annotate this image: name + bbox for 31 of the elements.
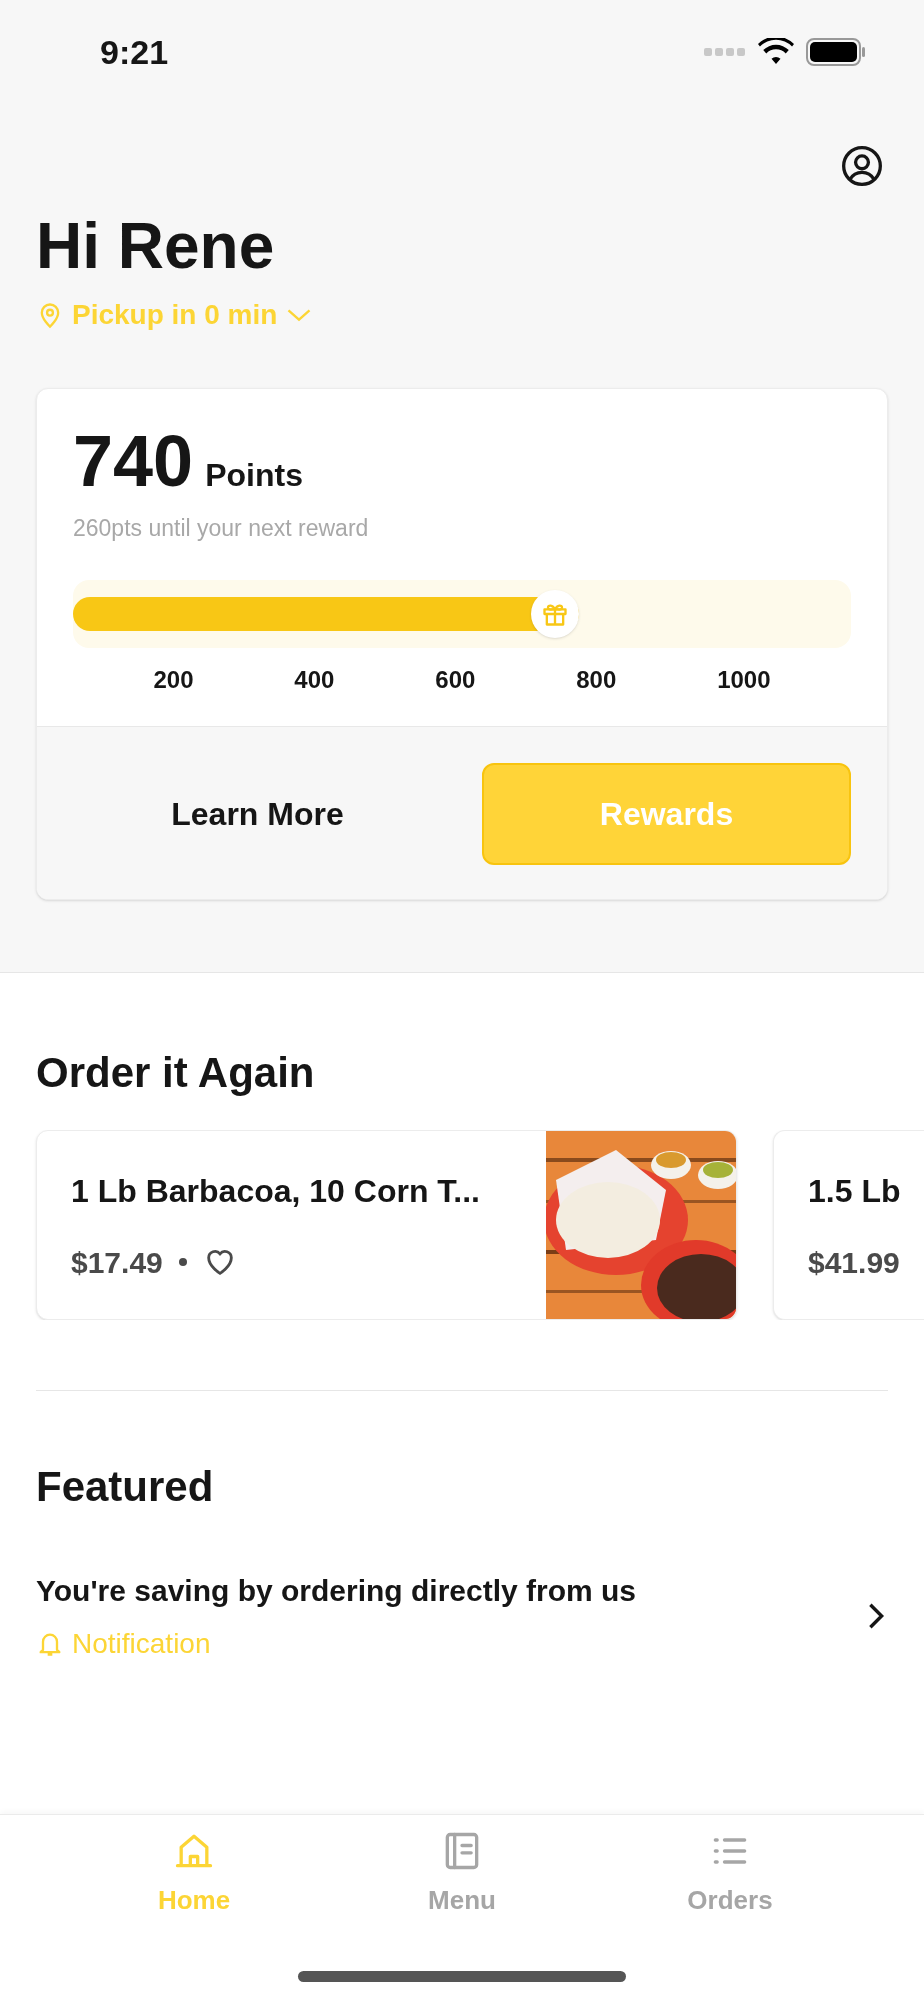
tab-bar-item[interactable]: Orders [596, 1829, 864, 1920]
progress-tick-label: 200 [153, 664, 194, 695]
section-title: Featured [35, 1461, 215, 1512]
profile-icon[interactable] [840, 144, 884, 188]
learn-more-button[interactable]: Learn More [73, 762, 442, 865]
tab-bar-item[interactable]: Home [60, 1829, 328, 1920]
greeting-title: Hi Rene [35, 209, 276, 284]
tab-bar-item[interactable]: Menu [328, 1829, 596, 1920]
progress-tick-label: 600 [435, 664, 476, 695]
item-name: 1 Lb Barbacoa, 10 Corn T... [71, 1171, 481, 1211]
item-price: $17.49 [71, 1244, 163, 1281]
item-name: 1.5 Lb [808, 1171, 901, 1211]
progress-tick-label: 1000 [717, 664, 771, 695]
progress-tick-label: 400 [294, 664, 335, 695]
featured-tag: Notification [72, 1622, 211, 1665]
order-card[interactable]: 1 Lb Barbacoa, 10 Corn T... $17.49 [36, 1129, 737, 1320]
rewards-button[interactable]: Rewards [482, 762, 851, 865]
points-subtitle: 260pts until your next reward [73, 514, 370, 543]
section-title: Order it Again [35, 1047, 316, 1098]
pickup-selector[interactable]: Pickup in 0 min [36, 294, 314, 336]
status-time: 9:21 [100, 31, 169, 73]
progress-tick-label: 800 [576, 664, 617, 695]
battery-icon [806, 38, 866, 66]
item-price: $41.99 [808, 1244, 900, 1281]
points-label: Points [205, 456, 303, 495]
order-card[interactable]: 1.5 Lb $41.99 [773, 1129, 924, 1320]
featured-title: You're saving by ordering directly from us [36, 1572, 637, 1609]
wifi-icon [758, 38, 794, 66]
points-value: 740 [73, 425, 194, 497]
featured-row[interactable]: You're saving by ordering directly from us Notification [0, 1567, 924, 1665]
signal-icon [704, 47, 746, 57]
